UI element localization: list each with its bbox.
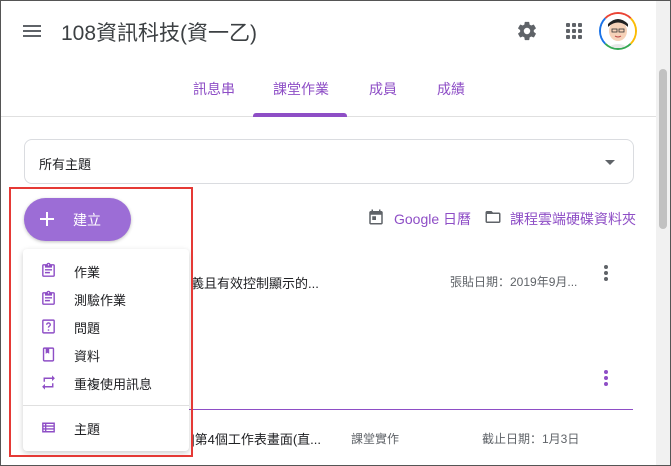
tab-people[interactable]: 成員: [369, 79, 397, 99]
folder-icon: [485, 211, 501, 223]
user-avatar[interactable]: [599, 12, 637, 50]
post-topic: 課堂實作: [351, 432, 400, 446]
google-calendar-label: Google 日曆: [394, 211, 472, 227]
more-options-icon[interactable]: [598, 264, 616, 282]
tab-stream[interactable]: 訊息串: [193, 79, 235, 99]
topic-filter-value: 所有主題: [39, 157, 92, 172]
settings-gear-icon[interactable]: [516, 20, 538, 42]
dropdown-arrow-icon: [605, 160, 615, 165]
avatar-face-icon: [601, 14, 635, 48]
tab-grades[interactable]: 成績: [437, 79, 465, 99]
page-scrollbar[interactable]: [656, 1, 670, 465]
scrollbar-thumb[interactable]: [659, 69, 667, 229]
post-title: ]第4個工作表畫面(直...: [191, 432, 322, 447]
main-menu-icon[interactable]: [23, 23, 43, 39]
highlight-annotation-box: [9, 187, 193, 457]
tab-classwork[interactable]: 課堂作業: [273, 79, 329, 99]
post-title: 義且有效控制顯示的...: [191, 276, 319, 291]
active-tab-indicator: [253, 113, 347, 117]
class-tabs: 訊息串 課堂作業 成員 成績: [1, 61, 656, 117]
apps-grid-icon[interactable]: [566, 23, 582, 39]
topic-options-icon[interactable]: [600, 368, 612, 388]
post-date: 張貼日期：2019年9月...: [450, 275, 578, 289]
topic-filter-dropdown[interactable]: 所有主題: [24, 139, 634, 184]
app-window: 108資訊科技(資一乙) 訊息串 課堂作業 成員 成績 所有主題 Google …: [0, 0, 671, 466]
class-title[interactable]: 108資訊科技(資一乙): [61, 17, 257, 47]
drive-folder-label: 課程雲端硬碟資料夾: [510, 211, 636, 227]
calendar-icon: [369, 209, 383, 225]
top-bar: 108資訊科技(資一乙): [1, 1, 656, 61]
post-due-date: 截止日期：1月3日: [482, 432, 580, 446]
